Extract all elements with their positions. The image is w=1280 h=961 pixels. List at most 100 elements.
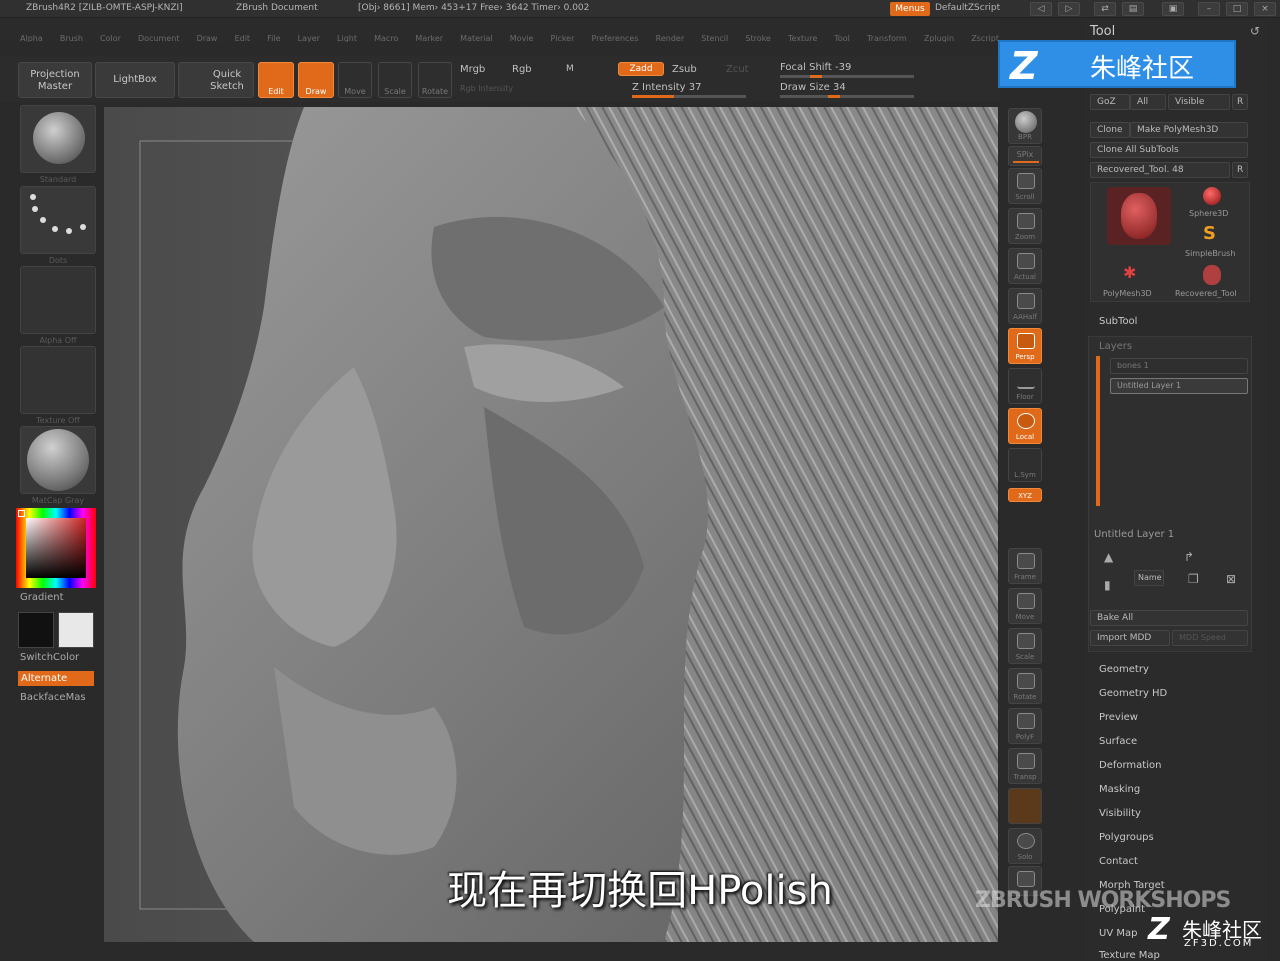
menu-brush[interactable]: Brush: [60, 34, 83, 42]
rotate-view-button[interactable]: Rotate: [1008, 668, 1042, 704]
menu-marker[interactable]: Marker: [415, 34, 443, 42]
alpha-selector[interactable]: Alpha Off: [20, 266, 96, 345]
menu-layer[interactable]: Layer: [298, 34, 320, 42]
main-color-swatch[interactable]: [18, 612, 54, 648]
menu-color[interactable]: Color: [100, 34, 121, 42]
panel-reset-icon[interactable]: ↺: [1250, 24, 1260, 38]
secondary-color-swatch[interactable]: [58, 612, 94, 648]
viewport-canvas[interactable]: [104, 107, 998, 942]
deformation-section[interactable]: Deformation: [1099, 760, 1161, 771]
focal-shift-track[interactable]: [780, 75, 914, 78]
scale-view-button[interactable]: Scale: [1008, 628, 1042, 664]
current-tool-slider[interactable]: Recovered_Tool. 48: [1090, 162, 1230, 178]
mrgb-button[interactable]: Mrgb: [460, 64, 485, 75]
gradient-label[interactable]: Gradient: [20, 592, 64, 603]
ghost-button[interactable]: Ghost: [1008, 788, 1042, 824]
geometry-section[interactable]: Geometry: [1099, 664, 1149, 675]
goz-r-button[interactable]: R: [1232, 94, 1248, 110]
clone-button[interactable]: Clone: [1090, 122, 1130, 138]
make-polymesh-button[interactable]: Make PolyMesh3D: [1130, 122, 1248, 138]
menu-zplugin[interactable]: Zplugin: [924, 34, 954, 42]
polymesh3d-icon[interactable]: ✱: [1123, 263, 1136, 282]
recovered-tool-icon[interactable]: [1203, 265, 1221, 285]
menu-zscript[interactable]: Zscript: [971, 34, 999, 42]
menu-draw[interactable]: Draw: [197, 34, 218, 42]
menu-stroke[interactable]: Stroke: [745, 34, 771, 42]
bake-all-button[interactable]: Bake All: [1090, 610, 1248, 626]
menu-tool[interactable]: Tool: [834, 34, 850, 42]
menu-picker[interactable]: Picker: [551, 34, 575, 42]
aahalf-button[interactable]: AAHalf: [1008, 288, 1042, 324]
palette-icon[interactable]: ▤: [1122, 2, 1144, 16]
local-button[interactable]: Local: [1008, 408, 1042, 444]
frame-button[interactable]: Frame: [1008, 548, 1042, 584]
layers-section[interactable]: Layers: [1099, 341, 1132, 352]
stroke-selector[interactable]: Dots: [20, 186, 96, 265]
menu-document[interactable]: Document: [138, 34, 179, 42]
default-zscript[interactable]: DefaultZScript: [935, 3, 1000, 13]
menu-transform[interactable]: Transform: [867, 34, 907, 42]
xyz-button[interactable]: XYZ: [1008, 488, 1042, 502]
move-button[interactable]: Move: [338, 62, 372, 98]
projection-master-button[interactable]: Projection Master: [18, 62, 92, 98]
draw-button[interactable]: Draw: [298, 62, 334, 98]
layer-close-icon[interactable]: ⊠: [1226, 572, 1236, 586]
switch-color-button[interactable]: SwitchColor: [20, 652, 79, 663]
spix-slider[interactable]: SPix: [1008, 146, 1042, 166]
menu-stencil[interactable]: Stencil: [701, 34, 728, 42]
menu-file[interactable]: File: [267, 34, 280, 42]
scale-button[interactable]: Scale: [378, 62, 412, 98]
transp-button[interactable]: Transp: [1008, 748, 1042, 784]
minimize-icon[interactable]: –: [1198, 2, 1220, 16]
layer-item-untitled[interactable]: Untitled Layer 1: [1110, 378, 1248, 394]
backface-mask-button[interactable]: BackfaceMas: [20, 692, 86, 703]
goz-all-button[interactable]: All: [1130, 94, 1166, 110]
draw-size-track[interactable]: [780, 95, 914, 98]
menu-preferences[interactable]: Preferences: [591, 34, 638, 42]
masking-section[interactable]: Masking: [1099, 784, 1140, 795]
focal-shift-slider[interactable]: Focal Shift -39: [780, 62, 851, 73]
m-button[interactable]: M: [566, 64, 574, 74]
menu-material[interactable]: Material: [460, 34, 493, 42]
goz-button[interactable]: GoZ: [1090, 94, 1130, 110]
menu-movie[interactable]: Movie: [510, 34, 534, 42]
move-view-button[interactable]: Move: [1008, 588, 1042, 624]
menu-light[interactable]: Light: [337, 34, 357, 42]
current-tool-r-button[interactable]: R: [1232, 162, 1248, 178]
subtool-section[interactable]: SubTool: [1099, 316, 1137, 327]
layer-delete-icon[interactable]: ▮: [1104, 578, 1111, 592]
goz-visible-button[interactable]: Visible: [1168, 94, 1230, 110]
lightbox-button[interactable]: LightBox: [95, 62, 175, 98]
rotate-button[interactable]: Rotate: [418, 62, 452, 98]
zcut-button[interactable]: Zcut: [726, 64, 749, 75]
persp-button[interactable]: Persp: [1008, 328, 1042, 364]
rgb-button[interactable]: Rgb: [512, 64, 532, 75]
color-picker[interactable]: [16, 508, 96, 588]
brush-selector[interactable]: Standard: [20, 105, 96, 184]
layout-left-icon[interactable]: ◁: [1030, 2, 1052, 16]
uv-map-section[interactable]: UV Map: [1099, 928, 1137, 939]
layer-item-bones[interactable]: bones 1: [1110, 358, 1248, 374]
close-icon[interactable]: ×: [1254, 2, 1276, 16]
menu-edit[interactable]: Edit: [235, 34, 251, 42]
z-intensity-track[interactable]: [632, 95, 746, 98]
color-square[interactable]: [26, 518, 86, 578]
visibility-section[interactable]: Visibility: [1099, 808, 1141, 819]
active-tool-thumb[interactable]: [1107, 187, 1171, 245]
scroll-button[interactable]: Scroll: [1008, 168, 1042, 204]
floor-button[interactable]: Floor: [1008, 368, 1042, 404]
z-intensity-slider[interactable]: Z Intensity 37: [632, 82, 701, 93]
swap-icon[interactable]: ⇄: [1094, 2, 1116, 16]
zadd-button[interactable]: Zadd: [618, 62, 664, 76]
layer-redo-arrow-icon[interactable]: ↱: [1184, 550, 1194, 564]
material-selector[interactable]: MatCap Gray: [20, 426, 96, 505]
bpr-button[interactable]: BPR: [1008, 108, 1042, 144]
texture-selector[interactable]: Texture Off: [20, 346, 96, 425]
clone-all-subtools-button[interactable]: Clone All SubTools: [1090, 142, 1248, 158]
layout-right-icon[interactable]: ▷: [1058, 2, 1080, 16]
zsub-button[interactable]: Zsub: [672, 64, 697, 75]
preview-section[interactable]: Preview: [1099, 712, 1138, 723]
polyf-button[interactable]: PolyF: [1008, 708, 1042, 744]
quick-sketch-button[interactable]: Quick Sketch: [178, 62, 254, 98]
menu-render[interactable]: Render: [656, 34, 684, 42]
